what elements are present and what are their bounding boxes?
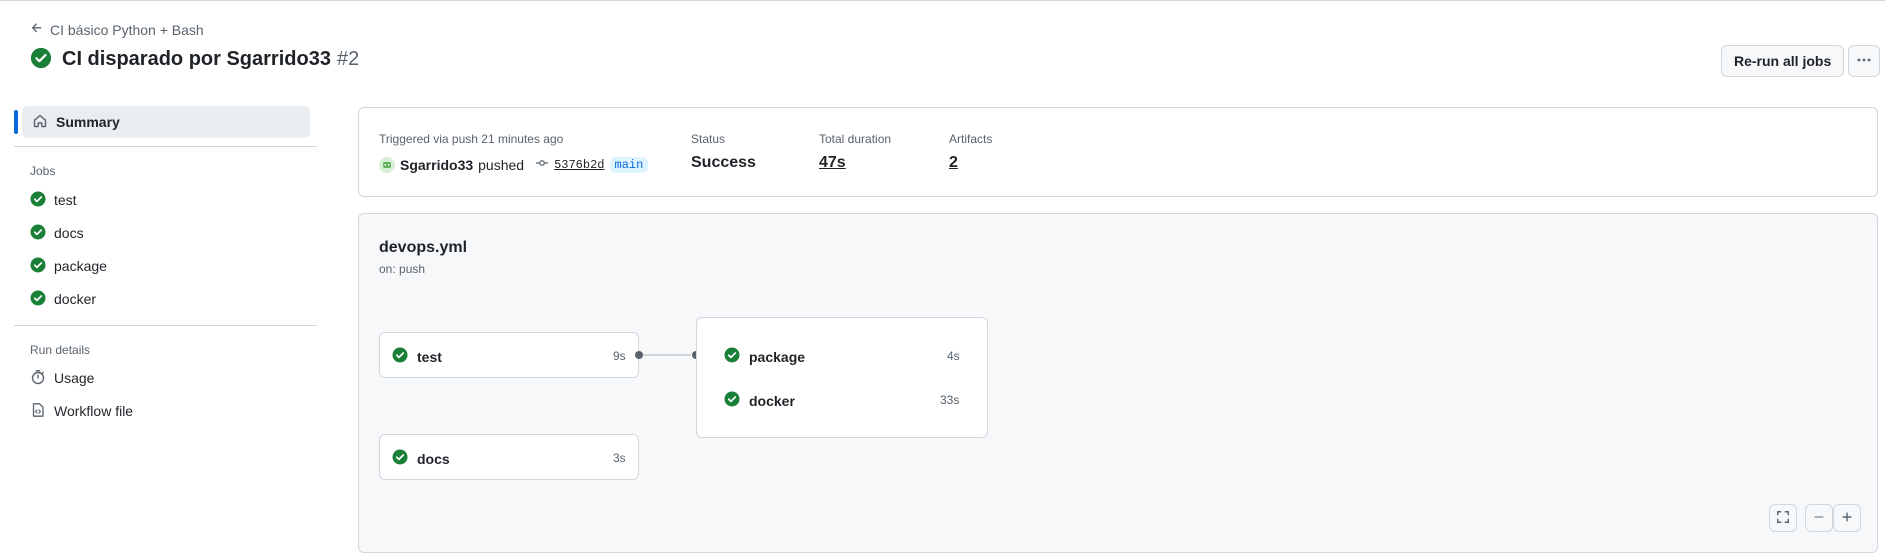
- zoom-out-icon: [1812, 510, 1826, 527]
- arrow-left-icon: [30, 21, 44, 38]
- job-connector: [643, 354, 691, 356]
- sidebar-job-docker[interactable]: docker: [30, 287, 96, 311]
- check-circle-icon: [392, 347, 408, 366]
- job-name: docs: [417, 450, 450, 467]
- active-indicator: [14, 110, 18, 134]
- rerun-all-jobs-button[interactable]: Re-run all jobs: [1721, 45, 1845, 77]
- status-value: Success: [691, 154, 756, 171]
- job-duration: 3s: [613, 451, 626, 465]
- fullscreen-button[interactable]: [1769, 504, 1797, 532]
- check-circle-icon: [30, 191, 46, 210]
- more-options-button[interactable]: [1848, 45, 1880, 77]
- summary-label: Summary: [56, 114, 120, 130]
- workflow-file-label: Workflow file: [54, 403, 134, 419]
- check-circle-icon: [724, 347, 740, 366]
- trigger-text: Triggered via push 21 minutes ago: [379, 132, 564, 146]
- job-name: test: [417, 348, 442, 365]
- status-label: Status: [691, 132, 726, 146]
- jobs-heading: Jobs: [30, 164, 56, 178]
- check-circle-icon: [392, 449, 408, 468]
- job-test[interactable]: test: [392, 347, 442, 366]
- fullscreen-icon: [1776, 510, 1790, 527]
- check-circle-icon: [724, 391, 740, 410]
- job-duration: 33s: [940, 393, 960, 407]
- stopwatch-icon: [30, 369, 46, 388]
- workflow-graph: devops.yml on: push test 9s package 4s d…: [358, 213, 1878, 553]
- job-docker[interactable]: docker: [724, 391, 795, 410]
- artifacts-label: Artifacts: [949, 132, 993, 146]
- duration-label: Total duration: [819, 132, 892, 146]
- workflow-file-name: devops.yml: [379, 239, 468, 256]
- zoom-in-button[interactable]: [1833, 504, 1861, 532]
- run-details-heading: Run details: [30, 343, 91, 357]
- back-to-workflow-link[interactable]: CI básico Python + Bash: [30, 21, 204, 38]
- sidebar-item-summary[interactable]: Summary: [22, 106, 310, 138]
- top-border: [0, 0, 1885, 1]
- back-link-label: CI básico Python + Bash: [50, 21, 204, 38]
- duration-value[interactable]: 47s: [819, 154, 846, 172]
- sidebar-job-docs[interactable]: docs: [30, 221, 84, 245]
- sidebar-divider: [14, 325, 317, 326]
- connector-start-dot: [635, 351, 643, 359]
- git-commit-icon: [535, 156, 549, 173]
- zoom-in-icon: [1840, 510, 1854, 527]
- action-text: pushed: [478, 156, 525, 173]
- job-label: package: [54, 258, 107, 274]
- job-duration: 9s: [613, 349, 626, 363]
- kebab-horizontal-icon: [1856, 52, 1872, 71]
- usage-label: Usage: [54, 370, 95, 386]
- sidebar-job-test[interactable]: test: [30, 188, 77, 212]
- job-duration: 4s: [947, 349, 960, 363]
- workflow-trigger: on: push: [379, 262, 426, 276]
- avatar[interactable]: [379, 156, 395, 173]
- job-label: docker: [54, 291, 97, 307]
- commit-sha-link[interactable]: 5376b2d: [554, 158, 604, 172]
- run-number: #2: [336, 48, 360, 70]
- branch-badge[interactable]: main: [609, 156, 649, 173]
- job-group-card: [696, 317, 988, 438]
- page-title: CI disparado por Sgarrido33 #2: [62, 48, 359, 71]
- job-name: package: [749, 348, 806, 365]
- sidebar-item-workflow-file[interactable]: Workflow file: [30, 399, 133, 423]
- job-name: docker: [749, 392, 795, 409]
- job-package[interactable]: package: [724, 347, 805, 366]
- run-title: CI disparado por Sgarrido33: [62, 48, 331, 70]
- trigger-actor-row: Sgarrido33 pushed 5376b2d main: [379, 156, 649, 173]
- success-check-icon: [30, 47, 52, 72]
- job-docs[interactable]: docs: [392, 449, 450, 468]
- sidebar-job-package[interactable]: package: [30, 254, 107, 278]
- check-circle-icon: [30, 257, 46, 276]
- actor-link[interactable]: Sgarrido33: [400, 157, 473, 173]
- sidebar-divider: [14, 146, 317, 147]
- sidebar-item-usage[interactable]: Usage: [30, 366, 94, 390]
- run-summary-card: Triggered via push 21 minutes ago Sgarri…: [358, 107, 1878, 197]
- zoom-out-button[interactable]: [1805, 504, 1833, 532]
- artifacts-value[interactable]: 2: [949, 154, 958, 172]
- file-code-icon: [30, 402, 46, 421]
- job-label: docs: [54, 225, 84, 241]
- page-title-row: CI disparado por Sgarrido33 #2: [30, 47, 359, 72]
- check-circle-icon: [30, 290, 46, 309]
- home-icon: [32, 113, 48, 132]
- check-circle-icon: [30, 224, 46, 243]
- job-label: test: [54, 192, 77, 208]
